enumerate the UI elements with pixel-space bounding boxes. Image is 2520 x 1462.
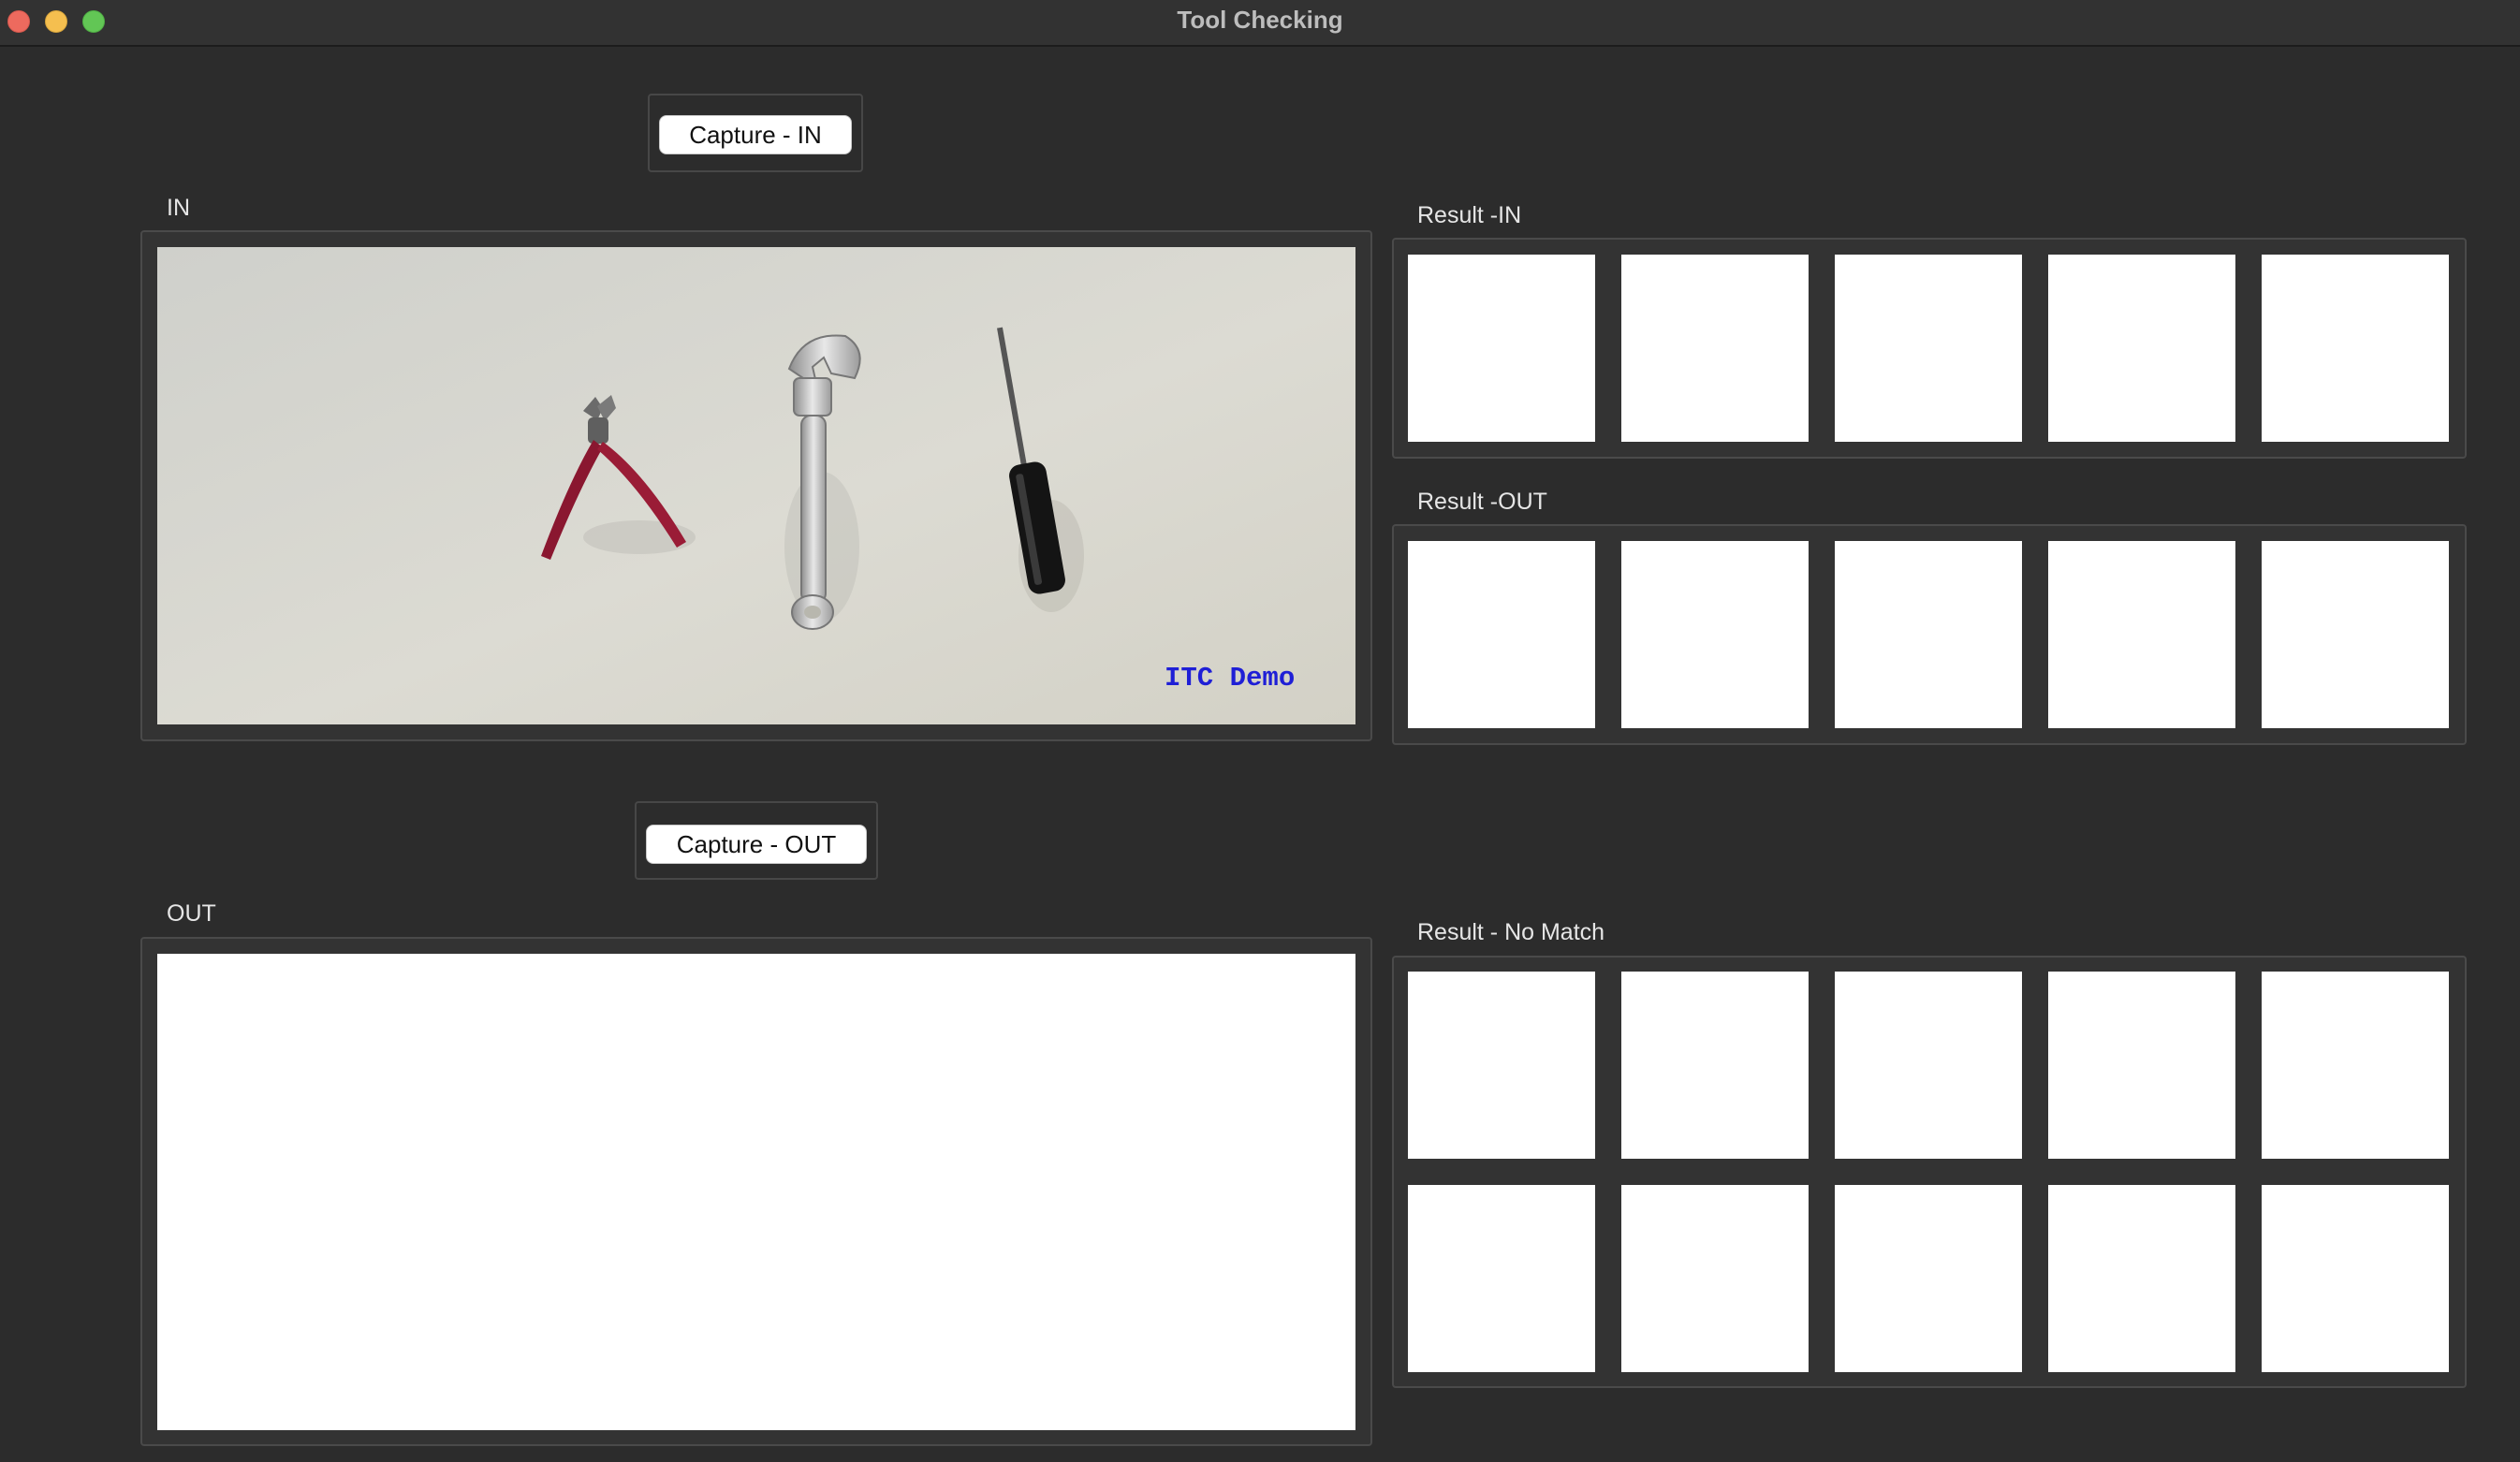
capture-in-button[interactable]: Capture - IN	[659, 115, 852, 154]
result-nomatch-slot	[1408, 1185, 1595, 1372]
result-nomatch-slot	[2262, 972, 2449, 1159]
result-nomatch-slot	[2262, 1185, 2449, 1372]
result-nomatch-slot	[1835, 1185, 2022, 1372]
in-section-label: IN	[167, 195, 190, 221]
capture-out-button[interactable]: Capture - OUT	[646, 825, 867, 864]
result-in-slot	[1835, 255, 2022, 442]
in-capture-image: ITC Demo	[157, 247, 1355, 724]
result-nomatch-slot	[1835, 972, 2022, 1159]
in-image-watermark: ITC Demo	[1165, 663, 1296, 694]
result-nomatch-label: Result - No Match	[1417, 919, 1605, 945]
result-in-slot	[2048, 255, 2235, 442]
result-out-slot	[1835, 541, 2022, 728]
result-nomatch-slot	[1621, 1185, 1809, 1372]
result-out-slot	[1408, 541, 1595, 728]
result-nomatch-slot	[2048, 972, 2235, 1159]
result-in-slot	[2262, 255, 2449, 442]
result-out-slot	[2048, 541, 2235, 728]
result-in-label: Result -IN	[1417, 202, 1522, 228]
result-out-slot	[1621, 541, 1809, 728]
result-nomatch-slot	[2048, 1185, 2235, 1372]
title-bar: Tool Checking	[0, 0, 2520, 47]
result-nomatch-slot	[1408, 972, 1595, 1159]
result-out-label: Result -OUT	[1417, 489, 1547, 515]
app-window: Tool Checking Capture - IN IN ITC Demo R…	[0, 0, 2520, 1462]
out-capture-image	[157, 954, 1355, 1430]
out-section-label: OUT	[167, 900, 216, 927]
result-nomatch-slot	[1621, 972, 1809, 1159]
result-in-slot	[1621, 255, 1809, 442]
result-out-slot	[2262, 541, 2449, 728]
window-title: Tool Checking	[1177, 6, 1343, 34]
result-in-slot	[1408, 255, 1595, 442]
